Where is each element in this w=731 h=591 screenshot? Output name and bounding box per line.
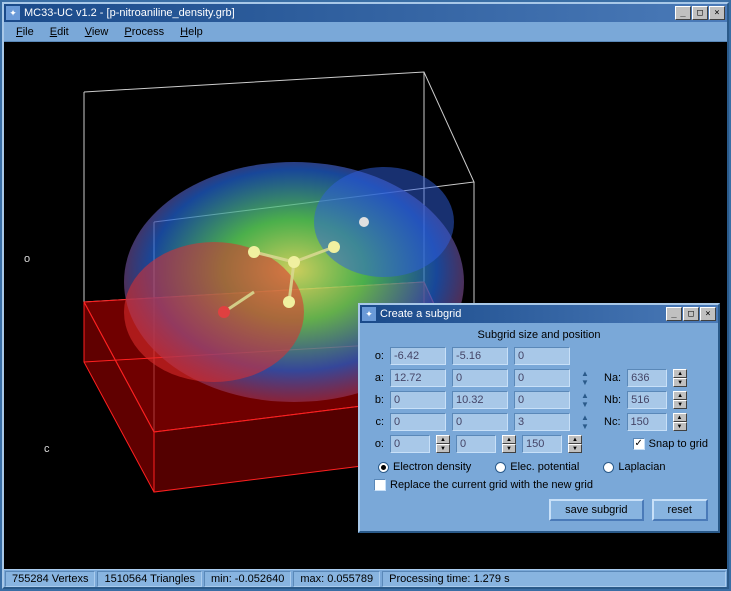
dialog-subtitle: Subgrid size and position [370, 329, 708, 341]
nb-spin-down[interactable]: ▼ [673, 400, 687, 409]
menu-edit[interactable]: Edit [42, 24, 77, 40]
app-icon: ✦ [6, 6, 20, 20]
axis-o-label: o [24, 253, 30, 265]
radio-electron-density[interactable]: Electron density [378, 461, 471, 473]
na-input[interactable] [627, 369, 667, 387]
menu-help[interactable]: Help [172, 24, 211, 40]
row-a-label: a: [370, 372, 384, 384]
o2-z-input[interactable] [522, 435, 562, 453]
a-x-input[interactable] [390, 369, 446, 387]
c-down-icon[interactable]: ▼ [578, 422, 592, 431]
o-x-input[interactable] [390, 347, 446, 365]
replace-label: Replace the current grid with the new gr… [390, 479, 593, 491]
dialog-minimize-button[interactable]: _ [666, 307, 682, 321]
o2-y-input[interactable] [456, 435, 496, 453]
o-z-input[interactable] [514, 347, 570, 365]
dialog-close-button[interactable]: × [700, 307, 716, 321]
nc-label: Nc: [604, 416, 621, 428]
o-y-input[interactable] [452, 347, 508, 365]
na-label: Na: [604, 372, 621, 384]
a-up-icon[interactable]: ▲ [578, 369, 592, 378]
nb-spin-up[interactable]: ▲ [673, 391, 687, 400]
snap-label: Snap to grid [649, 438, 708, 450]
o2-x-input[interactable] [390, 435, 430, 453]
status-min: min: -0.052640 [204, 571, 291, 587]
o2z-spin-down[interactable]: ▼ [568, 444, 582, 453]
dialog-title: Create a subgrid [380, 308, 666, 320]
save-subgrid-button[interactable]: save subgrid [549, 499, 643, 521]
replace-grid-checkbox[interactable]: Replace the current grid with the new gr… [374, 479, 708, 491]
menubar: File Edit View Process Help [4, 22, 727, 42]
a-z-input[interactable] [514, 369, 570, 387]
c-x-input[interactable] [390, 413, 446, 431]
o2y-spin-up[interactable]: ▲ [502, 435, 516, 444]
b-x-input[interactable] [390, 391, 446, 409]
status-triangles: 1510564 Triangles [97, 571, 202, 587]
row-o2-label: o: [370, 438, 384, 450]
na-spin-up[interactable]: ▲ [673, 369, 687, 378]
c-y-input[interactable] [452, 413, 508, 431]
o2y-spin-down[interactable]: ▼ [502, 444, 516, 453]
row-b-label: b: [370, 394, 384, 406]
row-o-label: o: [370, 350, 384, 362]
check-icon: ✓ [633, 438, 645, 450]
maximize-button[interactable]: □ [692, 6, 708, 20]
b-down-icon[interactable]: ▼ [578, 400, 592, 409]
a-down-icon[interactable]: ▼ [578, 378, 592, 387]
main-window: ✦ MC33-UC v1.2 - [p-nitroaniline_density… [2, 2, 729, 589]
nb-label: Nb: [604, 394, 621, 406]
menu-file[interactable]: File [8, 24, 42, 40]
main-titlebar[interactable]: ✦ MC33-UC v1.2 - [p-nitroaniline_density… [4, 4, 727, 22]
status-vertices: 755284 Vertexs [5, 571, 95, 587]
radio-dot-icon [603, 462, 614, 473]
menu-view[interactable]: View [77, 24, 117, 40]
statusbar: 755284 Vertexs 1510564 Triangles min: -0… [4, 569, 727, 587]
status-time: Processing time: 1.279 s [382, 571, 726, 587]
viewport-3d[interactable]: o c ✦ Create a subgrid _ □ × Subgrid siz… [4, 42, 727, 569]
radio-dot-icon [495, 462, 506, 473]
radio-laplacian[interactable]: Laplacian [603, 461, 665, 473]
minimize-button[interactable]: _ [675, 6, 691, 20]
main-title: MC33-UC v1.2 - [p-nitroaniline_density.g… [24, 7, 675, 19]
status-max: max: 0.055789 [293, 571, 380, 587]
nc-spin-up[interactable]: ▲ [673, 413, 687, 422]
dialog-maximize-button[interactable]: □ [683, 307, 699, 321]
reset-button[interactable]: reset [652, 499, 708, 521]
nc-input[interactable] [627, 413, 667, 431]
b-y-input[interactable] [452, 391, 508, 409]
b-z-input[interactable] [514, 391, 570, 409]
o2x-spin-down[interactable]: ▼ [436, 444, 450, 453]
o2z-spin-up[interactable]: ▲ [568, 435, 582, 444]
c-z-input[interactable] [514, 413, 570, 431]
row-c-label: c: [370, 416, 384, 428]
na-spin-down[interactable]: ▼ [673, 378, 687, 387]
b-up-icon[interactable]: ▲ [578, 391, 592, 400]
c-up-icon[interactable]: ▲ [578, 413, 592, 422]
radio-dot-icon [378, 462, 389, 473]
dialog-icon: ✦ [362, 307, 376, 321]
snap-to-grid-checkbox[interactable]: ✓ Snap to grid [633, 438, 708, 450]
menu-process[interactable]: Process [116, 24, 172, 40]
subgrid-dialog: ✦ Create a subgrid _ □ × Subgrid size an… [358, 303, 720, 533]
nb-input[interactable] [627, 391, 667, 409]
a-y-input[interactable] [452, 369, 508, 387]
axis-c-label: c [44, 443, 50, 455]
nc-spin-down[interactable]: ▼ [673, 422, 687, 431]
close-button[interactable]: × [709, 6, 725, 20]
o2x-spin-up[interactable]: ▲ [436, 435, 450, 444]
radio-elec-potential[interactable]: Elec. potential [495, 461, 579, 473]
check-icon [374, 479, 386, 491]
dialog-titlebar[interactable]: ✦ Create a subgrid _ □ × [360, 305, 718, 323]
